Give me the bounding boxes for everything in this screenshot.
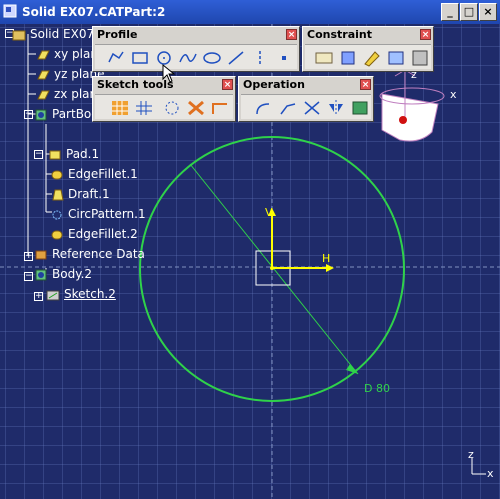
- tree-expand-sketch[interactable]: +: [34, 292, 43, 301]
- part-icon: [12, 30, 26, 40]
- operation-toolbar-close[interactable]: ×: [360, 79, 371, 90]
- sketch-tools-toolbar-close[interactable]: ×: [222, 79, 233, 90]
- trim-icon: [304, 101, 320, 115]
- mirror-icon: [329, 100, 343, 116]
- reference-icon: [35, 250, 47, 259]
- tree-node-edgefillet-2[interactable]: EdgeFillet.2: [50, 225, 138, 243]
- grid-tool[interactable]: [109, 98, 131, 118]
- triad-x-label: x: [487, 467, 494, 480]
- tree-node-pad[interactable]: Pad.1: [48, 145, 99, 163]
- window-title: Solid EX07.CATPart:2: [22, 5, 166, 19]
- fillet-icon: [51, 170, 63, 179]
- dimensional-constraints-icon: [212, 103, 227, 114]
- plane-icon: [37, 70, 50, 79]
- geometric-constraints-icon: [188, 100, 204, 116]
- point-icon: [282, 56, 286, 60]
- project-icon: [352, 101, 368, 115]
- tree-node-sketch-2[interactable]: Sketch.2: [46, 285, 116, 303]
- profile-toolbar[interactable]: Profile ×: [92, 26, 300, 72]
- constraint-dialog-tool[interactable]: [313, 48, 335, 68]
- title-bar[interactable]: Solid EX07.CATPart:2 _ □ ×: [0, 0, 500, 24]
- spline-icon: [179, 53, 197, 63]
- tree-node-edgefillet-1[interactable]: EdgeFillet.1: [50, 165, 138, 183]
- partbody-icon: [35, 109, 47, 120]
- diameter-dimension-label[interactable]: D 80: [364, 382, 390, 395]
- operation-toolbar-title: Operation: [243, 78, 305, 91]
- profile-icon: [108, 51, 124, 63]
- construction-icon: [165, 101, 179, 115]
- project-3d-elements-tool[interactable]: [349, 98, 371, 118]
- auto-constraint-tool[interactable]: [361, 48, 383, 68]
- rectangle-icon: [132, 52, 148, 64]
- constraint-toolbar-title: Constraint: [307, 28, 372, 41]
- rectangle-tool[interactable]: [129, 48, 151, 68]
- plane-icon: [37, 50, 50, 59]
- tree-node-reference-data[interactable]: Reference Data: [34, 245, 145, 263]
- chamfer-tool[interactable]: [277, 98, 299, 118]
- h-axis-label: H: [322, 252, 331, 265]
- sketch-viewport[interactable]: V H D 80 z x z x − Solid EX07 xy plane y…: [0, 24, 500, 499]
- constraint-toolbar-close[interactable]: ×: [420, 29, 431, 40]
- constraint-tool[interactable]: [337, 48, 359, 68]
- draft-icon: [52, 189, 64, 200]
- axis-tool[interactable]: [249, 48, 271, 68]
- point-tool[interactable]: [273, 48, 295, 68]
- ellipse-icon: [203, 52, 221, 64]
- minimize-button[interactable]: _: [441, 3, 459, 21]
- tree-node-draft[interactable]: Draft.1: [50, 185, 110, 203]
- edit-multi-constraint-icon: [412, 50, 428, 66]
- spline-tool[interactable]: [177, 48, 199, 68]
- tree-expand-reference[interactable]: +: [24, 252, 33, 261]
- app-icon: [3, 4, 17, 18]
- corner-tool[interactable]: [253, 98, 275, 118]
- snap-to-point-tool[interactable]: [133, 98, 155, 118]
- trim-tool[interactable]: [301, 98, 323, 118]
- line-icon: [228, 51, 244, 65]
- mouse-cursor-icon: [162, 64, 176, 83]
- constraint-toolbar[interactable]: Constraint ×: [302, 26, 434, 72]
- grid-icon: [112, 101, 128, 115]
- ellipse-tool[interactable]: [201, 48, 223, 68]
- body-icon: [35, 269, 47, 280]
- tree-collapse-partbody[interactable]: −: [24, 110, 33, 119]
- dimensional-constraints-tool[interactable]: [209, 98, 231, 118]
- profile-tool[interactable]: [105, 48, 127, 68]
- constraint-icon: [341, 51, 355, 65]
- pad-icon: [49, 150, 61, 159]
- tree-collapse-pad[interactable]: −: [34, 150, 43, 159]
- catia-window: Solid EX07.CATPart:2 _ □ × V H D 80 z x …: [0, 0, 500, 499]
- operation-toolbar[interactable]: Operation ×: [238, 76, 374, 122]
- geometric-constraints-tool[interactable]: [185, 98, 207, 118]
- profile-toolbar-title: Profile: [97, 28, 138, 41]
- tree-node-circpattern[interactable]: CircPattern.1: [50, 205, 146, 223]
- constraint-dialog-icon: [315, 52, 333, 64]
- snap-icon: [136, 101, 152, 115]
- animate-constraint-icon: [388, 51, 404, 65]
- corner-icon: [256, 103, 270, 115]
- auto-constraint-icon: [364, 51, 380, 67]
- sketch-icon: [46, 290, 60, 300]
- construction-element-tool[interactable]: [161, 98, 183, 118]
- tree-node-root[interactable]: Solid EX07: [12, 25, 94, 43]
- edit-multi-constraint-tool[interactable]: [409, 48, 431, 68]
- plane-icon: [37, 90, 50, 99]
- tree-node-body-2[interactable]: Body.2: [34, 265, 92, 283]
- chamfer-icon: [280, 103, 296, 115]
- maximize-button[interactable]: □: [460, 3, 478, 21]
- line-tool[interactable]: [225, 48, 247, 68]
- triad-z-label: z: [468, 448, 474, 461]
- profile-toolbar-close[interactable]: ×: [286, 29, 297, 40]
- fillet-icon: [51, 230, 63, 239]
- close-button[interactable]: ×: [479, 3, 497, 21]
- mirror-tool[interactable]: [325, 98, 347, 118]
- pattern-icon: [52, 210, 62, 219]
- compass-x-label: x: [450, 88, 457, 101]
- axis-icon: [259, 51, 261, 65]
- dimension-arrow: [346, 364, 358, 374]
- tree-collapse-body2[interactable]: −: [24, 272, 33, 281]
- animate-constraint-tool[interactable]: [385, 48, 407, 68]
- v-axis-label: V: [265, 206, 273, 219]
